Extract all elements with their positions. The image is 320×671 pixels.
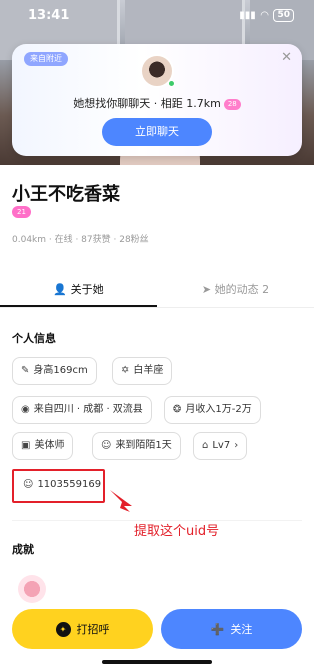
nearby-chat-popup: 来自附近 ✕ 她想找你聊聊天 · 相距 1.7km 28 立即聊天 [12, 44, 302, 156]
level-badge: 21 [12, 206, 31, 218]
profile-tabs: 👤 关于她 ➤ 她的动态 2 [0, 276, 314, 308]
close-icon[interactable]: ✕ [281, 50, 292, 65]
divider [12, 520, 302, 521]
popup-message: 她想找你聊聊天 · 相距 1.7km 28 [12, 95, 302, 111]
status-bar: 13:41 ▮▮▮ ◠ 50 [0, 0, 314, 30]
signal-icon: ▮▮▮ [239, 9, 256, 21]
ruler-icon: ✎ [21, 365, 30, 376]
briefcase-icon: ▣ [21, 440, 31, 451]
chip-label: 白羊座 [133, 365, 164, 376]
status-time: 13:41 [28, 7, 70, 23]
follow-button[interactable]: ➕ 关注 [161, 609, 302, 649]
chip-zodiac[interactable]: ✡ 白羊座 [112, 357, 173, 385]
profile-name: 小王不吃香菜 [12, 184, 120, 205]
wave-icon: ✦ [55, 621, 71, 637]
chip-label: 来到陌陌1天 [115, 440, 172, 451]
tab-about[interactable]: 👤 关于她 [0, 276, 157, 307]
greet-label: 打招呼 [76, 623, 110, 636]
achievement-badge-icon[interactable] [18, 575, 46, 603]
greet-button[interactable]: ✦ 打招呼 [12, 609, 153, 649]
chip-job[interactable]: ▣ 美体师 [12, 432, 74, 460]
chip-label: 来自四川 · 成都 · 双流县 [33, 404, 143, 415]
chip-height[interactable]: ✎ 身高169cm [12, 357, 97, 385]
chip-label: Lv7 [212, 440, 231, 451]
battery-icon: 50 [273, 8, 294, 22]
chip-label: 美体师 [34, 440, 65, 451]
home-indicator [102, 660, 212, 664]
tab-label: 关于她 [70, 283, 104, 296]
chevron-right-icon: › [234, 440, 239, 451]
tab-moments[interactable]: ➤ 她的动态 2 [157, 276, 314, 307]
chip-label: 月收入1万-2万 [185, 404, 252, 415]
add-user-icon: ➕ [210, 622, 225, 636]
money-bag-icon: ❂ [173, 404, 182, 415]
badge-icon: ⌂ [202, 440, 209, 451]
profile-meta: 0.04km · 在线 · 87获赞 · 28粉丝 [12, 235, 149, 245]
online-dot-icon [168, 80, 175, 87]
chip-joined[interactable]: ☺ 来到陌陌1天 [92, 432, 181, 460]
popup-tag: 来自附近 [24, 52, 68, 66]
popup-message-text: 她想找你聊聊天 · 相距 1.7km [73, 97, 221, 110]
section-personal-info: 个人信息 [12, 332, 56, 345]
chip-label: 身高169cm [33, 365, 88, 376]
user-icon: ☺ [101, 440, 112, 451]
send-icon: ➤ [201, 283, 215, 296]
zodiac-icon: ✡ [121, 365, 130, 376]
wifi-icon: ◠ [260, 9, 269, 21]
annotation-arrow-icon [110, 490, 132, 512]
tab-label: 她的动态 2 [214, 283, 270, 296]
status-icons: ▮▮▮ ◠ 50 [239, 8, 294, 22]
chip-location[interactable]: ◉ 来自四川 · 成都 · 双流县 [12, 396, 152, 424]
popup-level-badge: 28 [223, 98, 241, 110]
uid-highlight-box [12, 469, 105, 503]
follow-label: 关注 [230, 623, 253, 636]
section-achievements: 成就 [12, 543, 34, 556]
annotation-text: 提取这个uid号 [134, 524, 220, 539]
location-icon: ◉ [21, 404, 30, 415]
chip-income[interactable]: ❂ 月收入1万-2万 [164, 396, 261, 424]
user-icon: 👤 [53, 283, 71, 296]
chat-now-button[interactable]: 立即聊天 [102, 118, 212, 146]
chip-level[interactable]: ⌂ Lv7 › [193, 432, 248, 460]
